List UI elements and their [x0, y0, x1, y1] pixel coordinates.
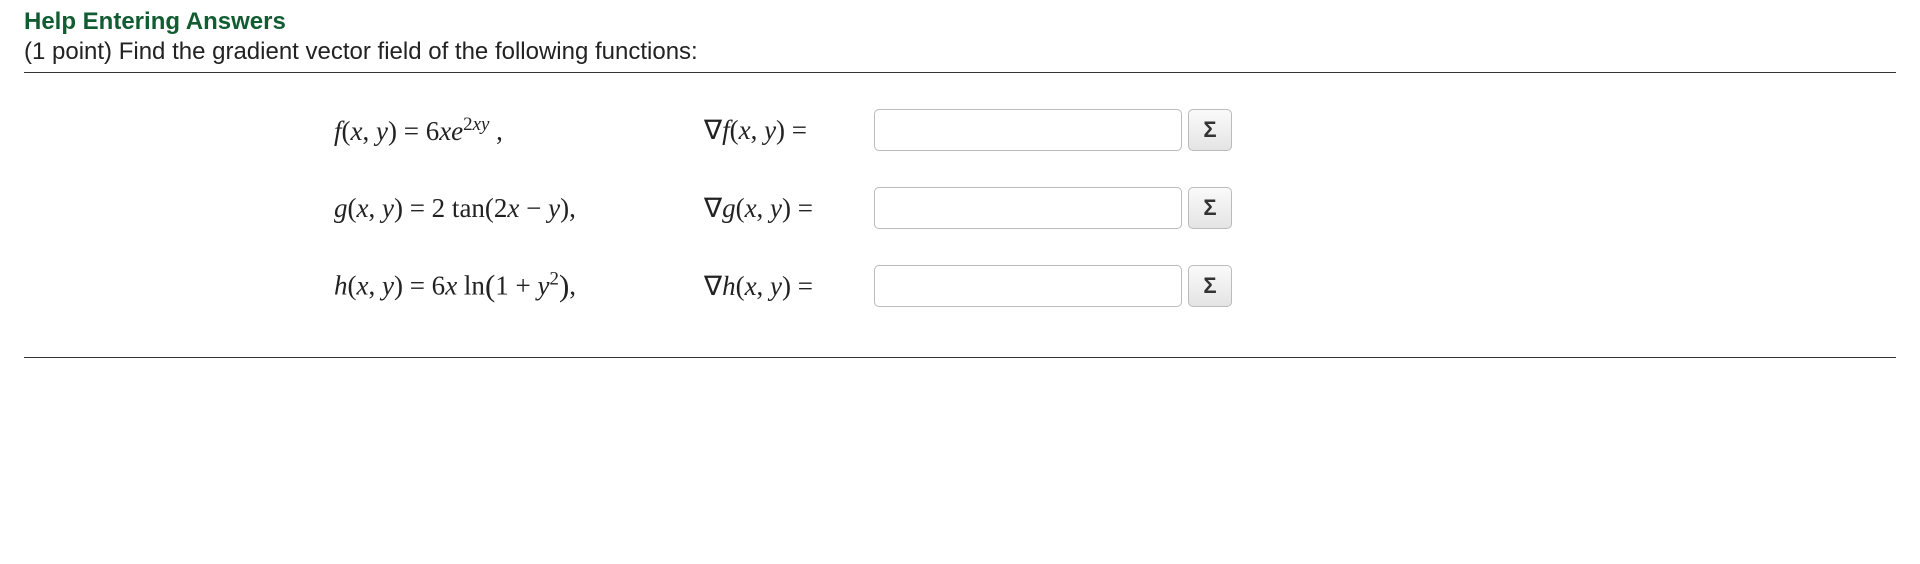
- gradient-label: ∇h(x, y) =: [704, 271, 874, 302]
- sigma-icon: Σ: [1203, 273, 1216, 299]
- equation-editor-button[interactable]: Σ: [1188, 187, 1232, 229]
- divider-bottom: [24, 357, 1896, 358]
- answer-input[interactable]: [874, 109, 1182, 151]
- equation-editor-button[interactable]: Σ: [1188, 109, 1232, 151]
- gradient-label: ∇f(x, y) =: [704, 115, 874, 146]
- sigma-icon: Σ: [1203, 195, 1216, 221]
- help-entering-answers-link[interactable]: Help Entering Answers: [24, 8, 286, 36]
- points-label: (1 point): [24, 38, 119, 65]
- question-row: h(x, y) = 6x ln(1 + y2), ∇h(x, y) = Σ: [24, 265, 1896, 307]
- problem-prompt: (1 point) Find the gradient vector field…: [24, 38, 1896, 66]
- gradient-label: ∇g(x, y) =: [704, 193, 874, 224]
- question-row: g(x, y) = 2 tan(2x − y), ∇g(x, y) = Σ: [24, 187, 1896, 229]
- question-row: f(x, y) = 6xe2xy , ∇f(x, y) = Σ: [24, 109, 1896, 151]
- question-rows: f(x, y) = 6xe2xy , ∇f(x, y) = Σ g(x, y) …: [24, 73, 1896, 357]
- function-definition: h(x, y) = 6x ln(1 + y2),: [334, 268, 704, 304]
- answer-group: Σ: [874, 265, 1232, 307]
- function-definition: f(x, y) = 6xe2xy ,: [334, 114, 704, 147]
- prompt-text: Find the gradient vector field of the fo…: [119, 38, 698, 65]
- answer-group: Σ: [874, 109, 1232, 151]
- answer-input[interactable]: [874, 187, 1182, 229]
- equation-editor-button[interactable]: Σ: [1188, 265, 1232, 307]
- answer-group: Σ: [874, 187, 1232, 229]
- sigma-icon: Σ: [1203, 117, 1216, 143]
- function-definition: g(x, y) = 2 tan(2x − y),: [334, 193, 704, 224]
- answer-input[interactable]: [874, 265, 1182, 307]
